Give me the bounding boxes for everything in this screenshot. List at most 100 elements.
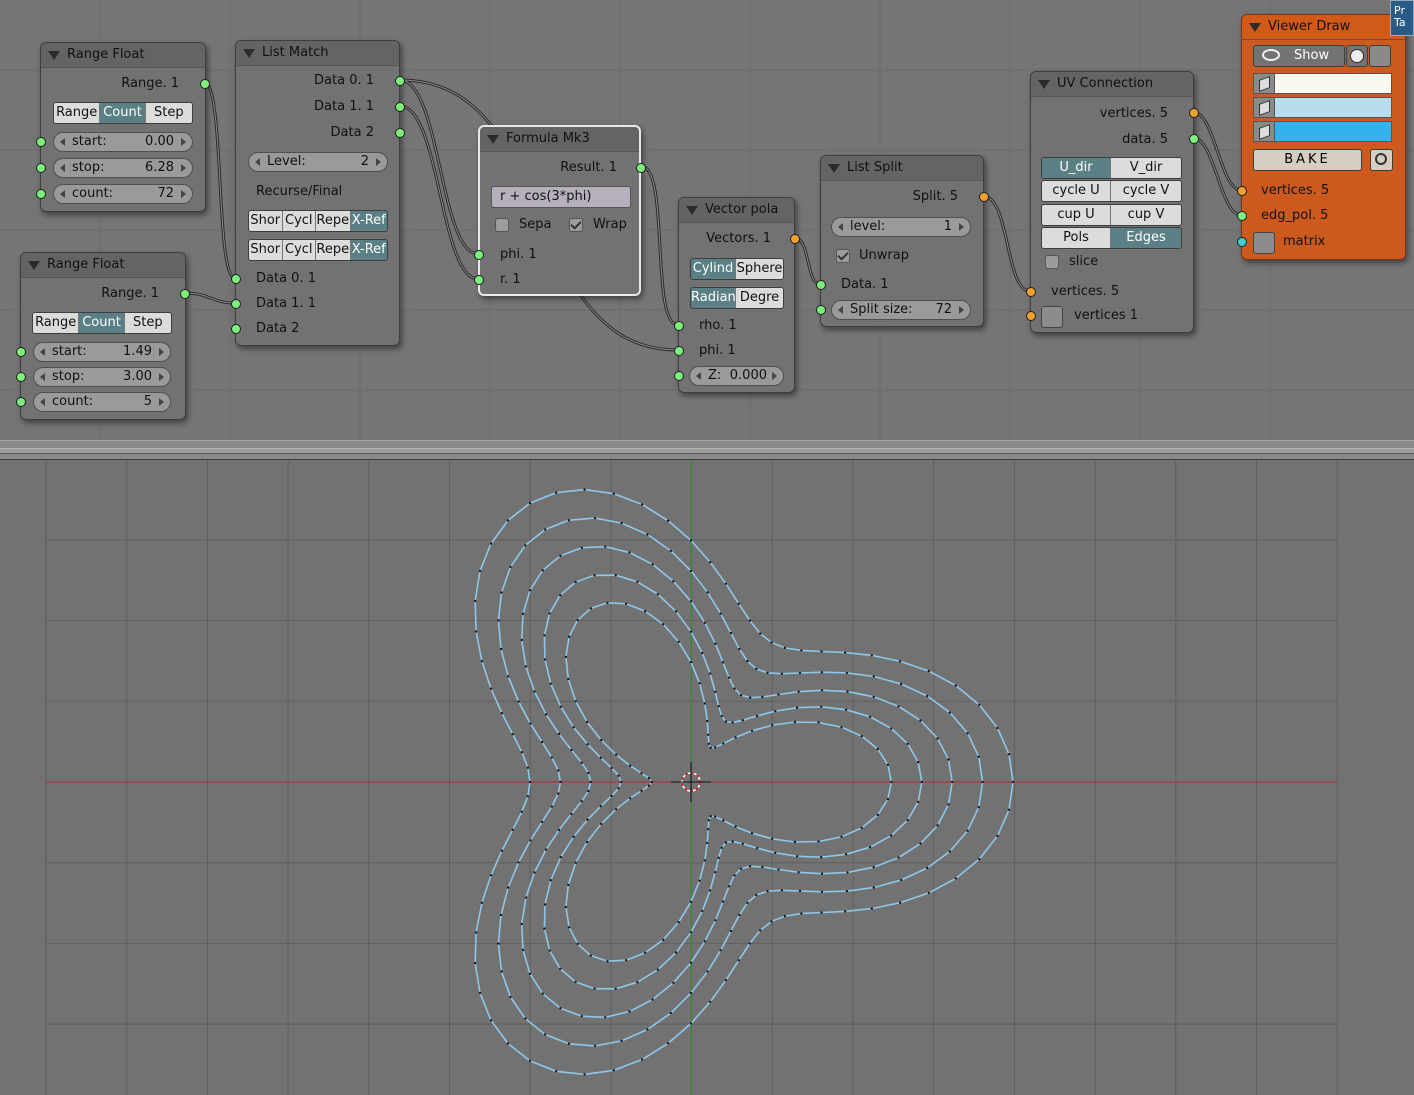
cup-v-toggle[interactable]: cup V xyxy=(1111,205,1181,225)
input-socket-data[interactable] xyxy=(816,280,826,290)
cup-u-toggle[interactable]: cup U xyxy=(1042,205,1112,225)
node-list-match[interactable]: List Match Data 0. 1 Data 1. 1 Data 2 Le… xyxy=(231,40,405,346)
wire-toggle-button[interactable] xyxy=(1369,45,1391,67)
output-socket-data1[interactable] xyxy=(395,102,405,112)
input-socket-z[interactable] xyxy=(674,371,684,381)
node-range-float-1[interactable]: Range Float Range. 1 Range Count Step st… xyxy=(36,42,210,212)
mode-range-button[interactable]: Range xyxy=(33,313,80,333)
collapse-triangle-icon[interactable] xyxy=(28,261,40,270)
recurse-selector-2[interactable]: Shor Cycl Repe X-Ref xyxy=(248,239,388,261)
collapse-triangle-icon[interactable] xyxy=(1249,23,1261,32)
stop-field[interactable]: stop: 6.28 xyxy=(53,158,193,178)
mode-count-button[interactable]: Count xyxy=(79,313,125,333)
input-socket-data0[interactable] xyxy=(231,274,241,284)
output-socket[interactable] xyxy=(200,79,210,89)
node-header[interactable]: Range Float xyxy=(41,43,205,68)
mode-degrees[interactable]: Degre xyxy=(736,288,783,308)
split-size-field[interactable]: Split size: 72 xyxy=(831,300,971,320)
collapse-triangle-icon[interactable] xyxy=(48,51,60,60)
coord-mode-selector[interactable]: Cylind Sphere xyxy=(690,258,784,280)
node-range-float-2[interactable]: Range Float Range. 1 Range Count Step st… xyxy=(16,252,190,420)
node-list-split[interactable]: List Split Split. 5 level: 1 Unwrap Data.… xyxy=(816,155,989,327)
sepa-checkbox[interactable] xyxy=(495,218,509,232)
mode-range-button[interactable]: Range xyxy=(54,103,101,123)
node-viewer-draw[interactable]: Viewer Draw Show BAKE vertices. 5 edg_po… xyxy=(1237,14,1406,260)
count-socket[interactable] xyxy=(16,397,26,407)
input-socket-rho[interactable] xyxy=(674,321,684,331)
output-socket-vertices[interactable] xyxy=(1189,108,1199,118)
recurse-selector-1[interactable]: Shor Cycl Repe X-Ref xyxy=(248,210,388,232)
3d-cursor-icon[interactable] xyxy=(671,762,711,802)
stop-field[interactable]: stop: 3.00 xyxy=(33,367,171,387)
node-header[interactable]: List Split xyxy=(821,156,983,181)
mode-radians[interactable]: Radian xyxy=(691,288,737,308)
input-socket-vertices[interactable] xyxy=(1237,186,1247,196)
collapse-triangle-icon[interactable] xyxy=(686,206,698,215)
option-cycl[interactable]: Cycl xyxy=(282,240,317,260)
start-field[interactable]: start: 1.49 xyxy=(33,342,171,362)
node-header[interactable]: List Match xyxy=(236,41,399,66)
input-socket-data1[interactable] xyxy=(231,299,241,309)
input-socket-data2[interactable] xyxy=(231,324,241,334)
slice-checkbox[interactable] xyxy=(1045,255,1059,269)
properties-side-tab[interactable]: Pr Ta xyxy=(1390,0,1414,36)
input-socket-phi[interactable] xyxy=(474,250,484,260)
output-socket[interactable] xyxy=(180,289,190,299)
node-editor[interactable]: Range Float Range. 1 Range Count Step st… xyxy=(0,0,1414,440)
unwrap-checkbox[interactable] xyxy=(836,249,850,263)
viewport-canvas[interactable] xyxy=(0,460,1414,1095)
mode-selector[interactable]: Range Count Step xyxy=(32,312,172,334)
output-socket[interactable] xyxy=(790,234,800,244)
option-shor[interactable]: Shor xyxy=(249,211,283,231)
face-color-swatch[interactable] xyxy=(1253,121,1392,142)
mode-step-button[interactable]: Step xyxy=(145,103,192,123)
mode-selector[interactable]: Range Count Step xyxy=(53,102,193,124)
bake-button[interactable]: BAKE xyxy=(1253,149,1362,171)
output-socket-data2[interactable] xyxy=(395,128,405,138)
settings-button[interactable] xyxy=(1370,149,1393,171)
option-xref[interactable]: X-Ref xyxy=(350,240,387,260)
mode-spherical[interactable]: Sphere xyxy=(736,259,783,279)
mode-count-button[interactable]: Count xyxy=(100,103,146,123)
start-socket[interactable] xyxy=(36,137,46,147)
object-picker-icon[interactable] xyxy=(1253,232,1275,254)
mode-cylindrical[interactable]: Cylind xyxy=(691,259,737,279)
option-shor[interactable]: Shor xyxy=(249,240,283,260)
output-socket-data[interactable] xyxy=(1189,134,1199,144)
output-socket[interactable] xyxy=(979,192,989,202)
pols-button[interactable]: Pols xyxy=(1042,228,1112,248)
input-socket-edg-pol[interactable] xyxy=(1237,211,1247,221)
show-toggle-button[interactable]: Show xyxy=(1253,45,1345,67)
count-field[interactable]: count: 5 xyxy=(33,392,171,412)
stop-socket[interactable] xyxy=(16,372,26,382)
node-formula[interactable]: Formula Mk3 Result. 1 r + cos(3*phi) Sep… xyxy=(474,125,646,296)
vertex-color-swatch[interactable] xyxy=(1253,73,1392,94)
object-picker-icon[interactable] xyxy=(1041,306,1063,328)
shading-toggle-button[interactable] xyxy=(1346,45,1368,67)
type-selector[interactable]: Pols Edges xyxy=(1041,227,1182,249)
collapse-triangle-icon[interactable] xyxy=(1038,80,1050,89)
cup-toggles[interactable]: cup U cup V xyxy=(1041,204,1182,226)
option-repe[interactable]: Repe xyxy=(316,240,351,260)
edge-color-swatch[interactable] xyxy=(1253,97,1392,118)
collapse-triangle-icon[interactable] xyxy=(487,135,499,144)
node-header[interactable]: Viewer Draw xyxy=(1242,15,1405,40)
input-socket-phi[interactable] xyxy=(674,346,684,356)
count-field[interactable]: count: 72 xyxy=(53,184,193,204)
start-field[interactable]: start: 0.00 xyxy=(53,132,193,152)
option-xref[interactable]: X-Ref xyxy=(350,211,387,231)
3d-viewport[interactable] xyxy=(0,460,1414,1095)
stop-socket[interactable] xyxy=(36,163,46,173)
input-socket-vertices[interactable] xyxy=(1026,287,1036,297)
collapse-triangle-icon[interactable] xyxy=(828,164,840,173)
input-socket-r[interactable] xyxy=(474,275,484,285)
edges-button[interactable]: Edges xyxy=(1111,228,1181,248)
formula-input[interactable]: r + cos(3*phi) xyxy=(491,186,631,208)
node-header[interactable]: Range Float xyxy=(21,253,185,278)
level-field[interactable]: level: 1 xyxy=(831,217,971,237)
split-size-socket[interactable] xyxy=(816,305,826,315)
v-dir-button[interactable]: V_dir xyxy=(1111,158,1181,178)
angle-mode-selector[interactable]: Radian Degre xyxy=(690,287,784,309)
mode-step-button[interactable]: Step xyxy=(124,313,171,333)
node-header[interactable]: UV Connection xyxy=(1031,72,1193,97)
